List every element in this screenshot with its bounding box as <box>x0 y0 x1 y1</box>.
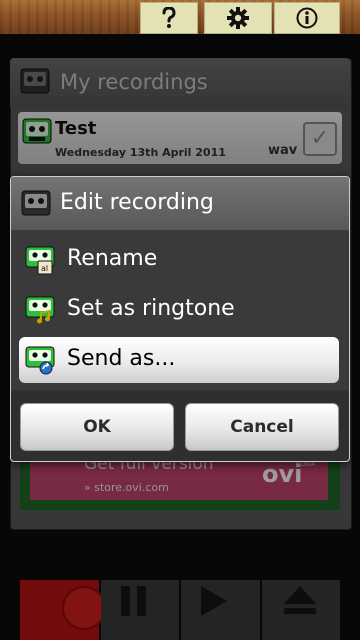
menu-item-label: Rename <box>67 246 158 271</box>
settings-tab[interactable] <box>204 2 272 34</box>
dialog-title: Edit recording <box>60 190 214 215</box>
menu-item-rename[interactable]: al Rename <box>19 237 339 283</box>
ok-button[interactable]: OK <box>20 403 174 451</box>
info-tab[interactable] <box>274 2 340 34</box>
edit-recording-dialog: Edit recording al Rename Set as ringtone <box>10 176 350 462</box>
ringtone-icon <box>25 296 55 324</box>
help-icon <box>162 7 176 28</box>
cassette-icon <box>21 190 51 216</box>
rename-icon: al <box>25 246 55 275</box>
cancel-button[interactable]: Cancel <box>185 403 339 451</box>
menu-item-label: Set as ringtone <box>67 296 235 321</box>
menu-item-set-as-ringtone[interactable]: Set as ringtone <box>19 287 339 333</box>
help-tab[interactable] <box>140 2 198 34</box>
send-icon <box>25 346 55 375</box>
info-icon <box>296 7 318 29</box>
menu-item-send-as[interactable]: Send as... <box>19 337 339 383</box>
menu-item-label: Send as... <box>67 346 176 371</box>
svg-text:al: al <box>41 264 48 273</box>
settings-gear-icon <box>227 7 249 29</box>
